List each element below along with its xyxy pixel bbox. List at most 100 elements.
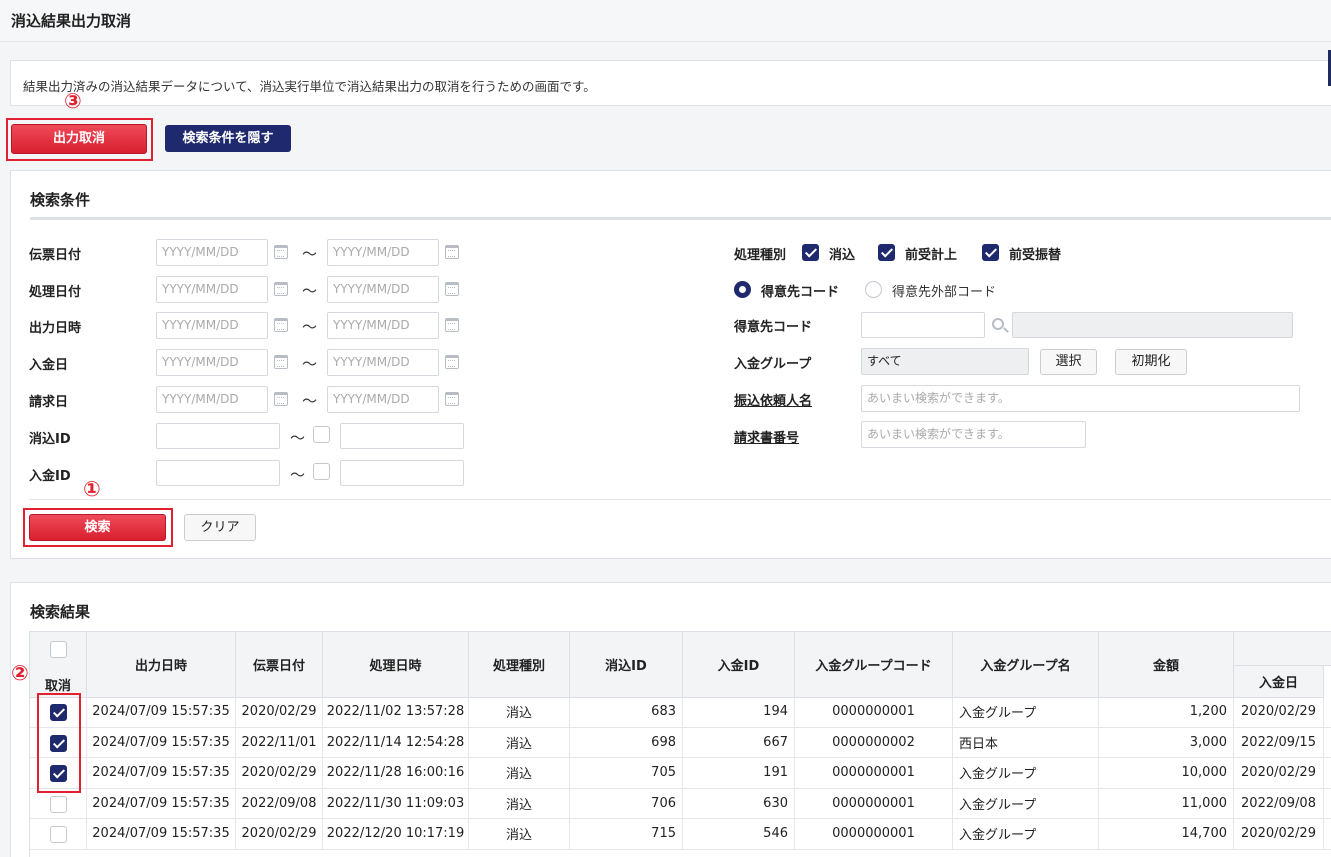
deposit-group-select-button[interactable]: 選択 — [1040, 349, 1097, 375]
header-amount: 金額 — [1099, 632, 1234, 698]
date-to-input[interactable]: YYYY/MM/DD — [327, 275, 439, 303]
cell-group-code: 0000000001 — [795, 819, 953, 850]
cell-group-code: 0000000001 — [795, 758, 953, 789]
cell-deposit-id: 546 — [683, 819, 795, 850]
search-button[interactable]: 検索 — [29, 514, 166, 541]
cell-process-type: 消込 — [469, 727, 570, 758]
cell-process-datetime: 2022/12/20 10:17:19 — [323, 819, 469, 850]
process-type-label: 処理種別 — [734, 248, 787, 263]
customer-code-input[interactable] — [861, 312, 985, 338]
process-type-checkbox-advance[interactable] — [878, 244, 895, 261]
transfer-requester-input[interactable]: あいまい検索ができます。 — [861, 385, 1300, 412]
date-to-input[interactable]: YYYY/MM/DD — [327, 349, 439, 377]
clear-button[interactable]: クリア — [184, 514, 256, 541]
cell-deposit-id: 191 — [683, 758, 795, 789]
process-type-checkbox-transfer[interactable] — [982, 244, 999, 261]
id-range-checkbox[interactable] — [313, 463, 330, 480]
id-range-checkbox[interactable] — [313, 426, 330, 443]
radio-external-code[interactable] — [865, 281, 882, 298]
cell-output-datetime: 2024/07/09 15:57:35 — [87, 727, 236, 758]
deposit-group-reset-button[interactable]: 初期化 — [1115, 349, 1187, 375]
cell-overflow — [1324, 728, 1331, 758]
buttons-divider — [29, 499, 1331, 500]
cell-overflow — [1324, 758, 1331, 789]
date-row-label: 出力日時 — [29, 321, 82, 337]
results-title: 検索結果 — [30, 603, 91, 621]
search-icon[interactable] — [992, 318, 1004, 330]
date-row-label: 処理日付 — [29, 284, 82, 300]
date-to-input[interactable]: YYYY/MM/DD — [327, 385, 439, 413]
cell-group-name: 入金グループ — [953, 758, 1099, 789]
highlight-box-two — [37, 693, 81, 793]
hide-conditions-button[interactable]: 検索条件を隠す — [165, 125, 291, 152]
id-to-input[interactable] — [340, 460, 464, 486]
invoice-number-input[interactable]: あいまい検索ができます。 — [861, 421, 1086, 448]
cell-group-name: 入金グループ — [953, 819, 1099, 850]
cell-reconcile-id: 698 — [570, 727, 683, 758]
calendar-icon[interactable] — [445, 355, 459, 370]
header-group-top — [1234, 632, 1331, 666]
cell-amount: 14,700 — [1099, 819, 1234, 850]
date-row-label: 請求日 — [29, 394, 69, 410]
cancel-output-button[interactable]: 出力取消 — [11, 124, 147, 154]
date-from-input[interactable]: YYYY/MM/DD — [156, 239, 268, 266]
cell-reconcile-id: 715 — [570, 819, 683, 850]
cell-output-datetime: 2024/07/09 15:57:35 — [87, 697, 236, 728]
cell-group-name: 入金グループ — [953, 697, 1099, 728]
calendar-icon[interactable] — [445, 245, 459, 259]
cell-amount: 10,000 — [1099, 758, 1234, 789]
calendar-icon[interactable] — [274, 355, 288, 370]
date-to-input[interactable]: YYYY/MM/DD — [327, 239, 439, 266]
radio-customer-code[interactable] — [734, 281, 751, 298]
range-tilde: 〜 — [302, 318, 318, 337]
row-cancel-checkbox[interactable] — [50, 795, 67, 813]
header-group-code: 入金グループコード — [795, 632, 953, 698]
range-tilde: 〜 — [290, 429, 306, 447]
calendar-icon[interactable] — [274, 391, 288, 406]
process-type-option-transfer: 前受振替 — [1009, 248, 1062, 263]
deposit-group-value: すべて — [861, 348, 1029, 375]
cell-deposit-date: 2022/09/15 — [1234, 727, 1324, 758]
date-from-input[interactable]: YYYY/MM/DD — [156, 385, 268, 413]
id-from-input[interactable] — [156, 460, 280, 486]
calendar-icon[interactable] — [445, 318, 459, 333]
calendar-icon[interactable] — [274, 318, 288, 333]
id-to-input[interactable] — [340, 423, 464, 449]
cell-slip-date: 2022/09/08 — [236, 788, 323, 819]
cell-reconcile-id: 683 — [570, 697, 683, 728]
cell-slip-date: 2020/02/29 — [236, 697, 323, 728]
cell-output-datetime: 2024/07/09 15:57:35 — [87, 788, 236, 819]
radio-customer-code-label: 得意先コード — [761, 285, 840, 300]
description-box: 結果出力済みの消込結果データについて、消込実行単位で消込結果出力の取消を行うため… — [10, 60, 1331, 106]
cell-deposit-date: 2022/09/08 — [1234, 788, 1324, 819]
cell-process-datetime: 2022/11/30 11:09:03 — [323, 788, 469, 819]
cell-slip-date: 2020/02/29 — [236, 758, 323, 789]
row-cancel-checkbox[interactable] — [50, 826, 67, 843]
cell-amount: 3,000 — [1099, 727, 1234, 758]
calendar-icon[interactable] — [274, 245, 288, 259]
calendar-icon[interactable] — [274, 281, 288, 296]
table-row: 2024/07/09 15:57:35 2022/09/08 2022/11/30 … — [30, 788, 1331, 819]
customer-code-label: 得意先コード — [734, 320, 813, 335]
calendar-icon[interactable] — [445, 391, 459, 406]
date-row-label: 入金日 — [29, 358, 69, 374]
cell-amount: 11,000 — [1099, 788, 1234, 819]
date-from-input[interactable]: YYYY/MM/DD — [156, 275, 268, 303]
id-from-input[interactable] — [156, 423, 280, 449]
range-tilde: 〜 — [302, 245, 318, 263]
date-to-input[interactable]: YYYY/MM/DD — [327, 312, 439, 340]
cell-slip-date: 2022/11/01 — [236, 727, 323, 758]
cell-output-datetime: 2024/07/09 15:57:35 — [87, 758, 236, 789]
date-from-input[interactable]: YYYY/MM/DD — [156, 349, 268, 377]
marker-one: ① — [83, 477, 101, 501]
select-all-checkbox[interactable] — [50, 641, 67, 658]
conditions-title: 検索条件 — [30, 191, 91, 209]
range-tilde: 〜 — [302, 391, 318, 410]
process-type-checkbox-reconcile[interactable] — [802, 244, 819, 261]
date-from-input[interactable]: YYYY/MM/DD — [156, 312, 268, 340]
header-process-datetime: 処理日時 — [323, 632, 469, 698]
cell-group-code: 0000000001 — [795, 788, 953, 819]
header-deposit-date: 入金日 — [1234, 666, 1324, 698]
cell-reconcile-id: 705 — [570, 758, 683, 789]
calendar-icon[interactable] — [445, 281, 459, 296]
